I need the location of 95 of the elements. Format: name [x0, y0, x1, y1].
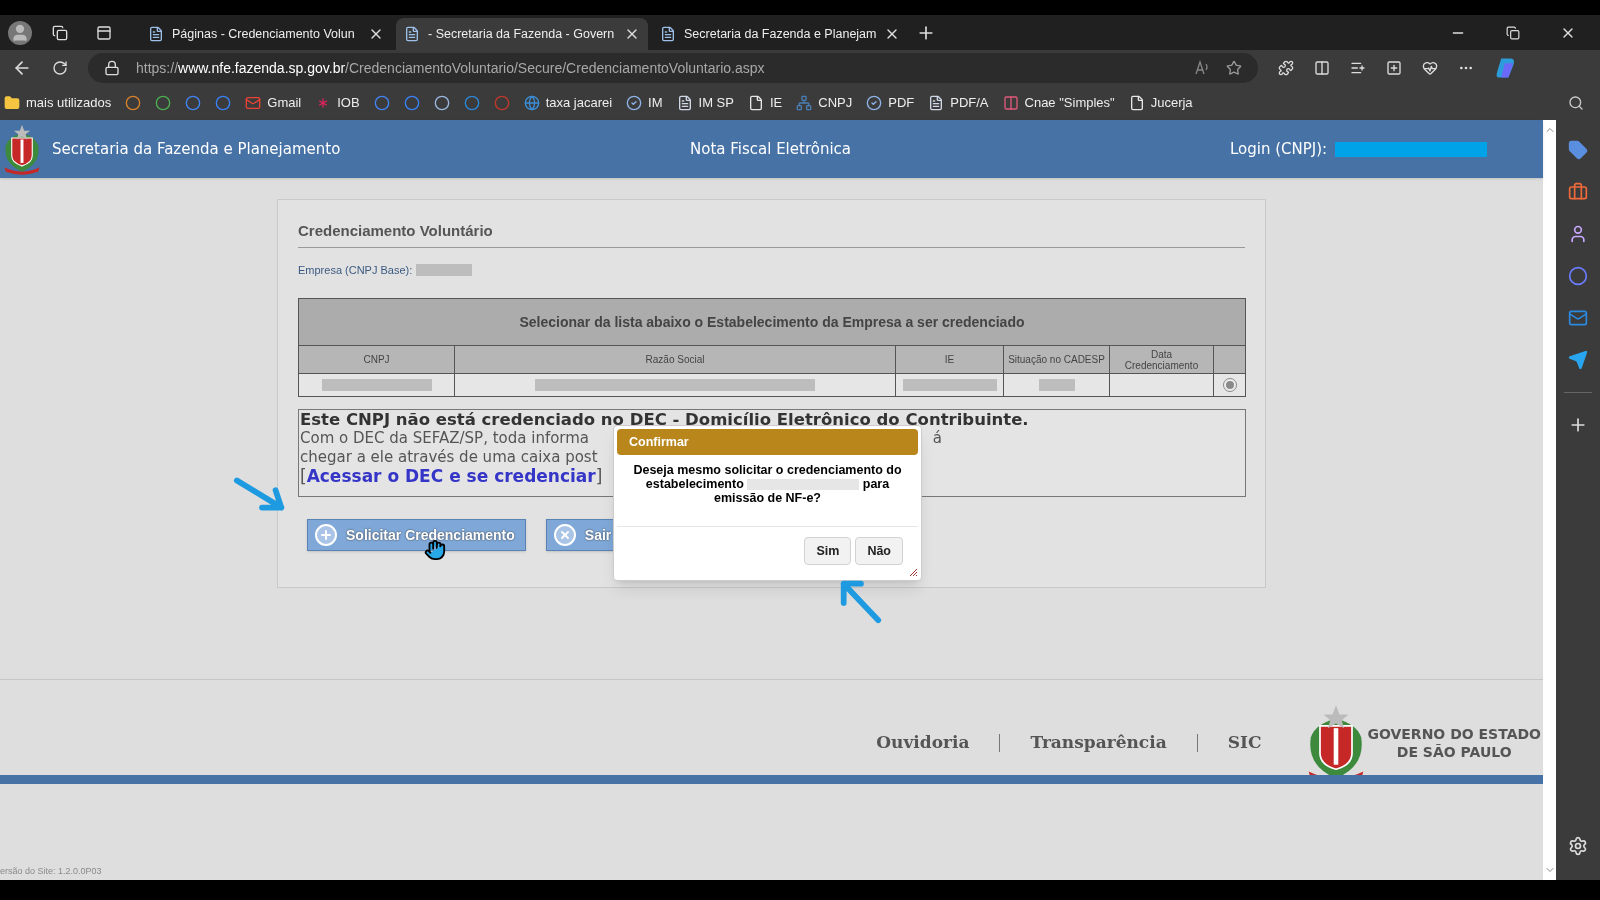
bracket: ]	[595, 467, 603, 486]
collections-icon[interactable]	[1386, 60, 1402, 76]
profile-icon[interactable]	[8, 20, 32, 45]
bookmark-item[interactable]: Gmail	[245, 93, 302, 113]
footer-link[interactable]: Transparência	[1030, 729, 1167, 756]
document-icon	[676, 95, 693, 111]
bookmark-icon[interactable]	[403, 95, 420, 111]
logo-text: GOVERNO DO ESTADO	[1367, 724, 1541, 743]
url-text: https://www.nfe.fazenda.sp.gov.br/CredenciamentoVoluntario/Secure/CredenciamentoVoluntario.aspx	[136, 58, 765, 78]
system-name: Nota Fiscal Eletrônica	[690, 138, 852, 160]
notice-text: á	[932, 429, 942, 448]
mail-icon	[245, 95, 262, 111]
bookmark-item[interactable]: PDF	[866, 93, 915, 113]
restore-icon[interactable]	[1506, 25, 1520, 40]
column-header: Data Credenciamento	[1110, 346, 1214, 373]
bookmark-item[interactable]: IE	[747, 93, 783, 113]
bookmark-item[interactable]: PDF/A	[928, 93, 989, 113]
workspaces-icon[interactable]	[52, 24, 68, 41]
lock-icon	[104, 60, 120, 76]
company-label: Empresa (CNPJ Base):	[298, 262, 413, 278]
column-header: CNPJ	[299, 346, 455, 373]
search-icon[interactable]	[1568, 95, 1584, 111]
document-icon	[928, 95, 945, 111]
stripes-icon	[1002, 95, 1019, 111]
page-icon	[660, 26, 676, 42]
dialog-title: Confirmar	[617, 429, 918, 455]
page-icon	[148, 26, 164, 42]
page-icon	[747, 95, 764, 111]
login-label: Login (CNPJ):	[1230, 138, 1328, 160]
agency-name: Secretaria da Fazenda e Planejamento	[52, 138, 342, 160]
bookmark-icon[interactable]	[155, 95, 172, 111]
bookmark-item[interactable]: IM SP	[676, 93, 734, 113]
column-header: Situação no CADESP	[1004, 346, 1110, 373]
toolbox-icon[interactable]	[1568, 182, 1588, 202]
tab-title: Páginas - Credenciamento Volun	[172, 25, 356, 43]
tree-icon	[796, 95, 813, 111]
bookmark-icon[interactable]	[215, 95, 232, 111]
bookmark-icon[interactable]	[433, 95, 450, 111]
tab-actions-icon[interactable]	[96, 24, 112, 41]
dialog-button[interactable]: Sim	[804, 537, 852, 565]
notice-text: chegar a ele através de uma caixa post	[300, 448, 598, 467]
version-text: ersão do Site: 1.2.0.0P03	[0, 864, 103, 878]
badge-icon	[626, 95, 643, 111]
footer-link[interactable]: Ouvidoria	[876, 729, 970, 756]
tab-title: - Secretaria da Fazenda - Govern	[428, 25, 616, 43]
bookmark-icon[interactable]	[185, 95, 202, 111]
address-bar[interactable]: https://www.nfe.fazenda.sp.gov.br/CredenciamentoVoluntario/Secure/CredenciamentoVoluntario.aspx	[88, 53, 1258, 83]
table-caption: Selecionar da lista abaixo o Estabelecimento da Empresa a ser credenciado	[299, 299, 1245, 346]
plus-icon	[314, 523, 338, 547]
notice-heading: Este CNPJ não está credenciado no DEC - Domicílio Eletrônico do Contribuinte.	[300, 410, 1030, 429]
bookmark-icon[interactable]	[373, 95, 390, 111]
tab-title: Secretaria da Fazenda e Planejam	[684, 25, 877, 43]
notice-text: Com o DEC da SEFAZ/SP, toda informa	[300, 429, 590, 448]
read-aloud-icon[interactable]	[1194, 60, 1210, 76]
bookmark-item[interactable]: CNPJ	[796, 93, 853, 113]
footer-link[interactable]: SIC	[1227, 729, 1262, 756]
redaction-bar	[416, 263, 473, 276]
reload-icon[interactable]	[52, 60, 68, 76]
form-title: Credenciamento Voluntário	[298, 220, 1245, 248]
browser-tab[interactable]: Páginas - Credenciamento Volun	[140, 18, 392, 50]
radio-button[interactable]	[1222, 378, 1237, 392]
folder-icon	[4, 95, 20, 111]
favorites-icon[interactable]	[1350, 60, 1366, 76]
bookmark-item[interactable]: IOB	[315, 93, 360, 113]
tag-icon[interactable]	[1568, 140, 1588, 160]
split-screen-icon[interactable]	[1314, 60, 1330, 76]
send-icon[interactable]	[1568, 350, 1588, 370]
pointer-cursor-icon	[424, 538, 446, 562]
performance-icon[interactable]	[1422, 60, 1438, 76]
bookmark-item[interactable]: Jucerja	[1128, 93, 1193, 113]
bookmark-item[interactable]: taxa jacarei	[523, 93, 613, 113]
page-icon	[1128, 95, 1145, 111]
bookmark-icon[interactable]	[125, 95, 142, 111]
column-header: Razão Social	[455, 346, 896, 373]
bookmark-icon[interactable]	[463, 95, 480, 111]
page-icon	[404, 26, 420, 42]
dec-link[interactable]: Acessar o DEC e se credenciar	[306, 467, 596, 486]
bookmark-item[interactable]: Cnae "Simples"	[1002, 93, 1115, 113]
dialog-button[interactable]: Não	[855, 537, 903, 565]
extensions-icon[interactable]	[1278, 60, 1294, 76]
browser-tab[interactable]: - Secretaria da Fazenda - Govern	[396, 18, 648, 50]
close-icon	[552, 523, 577, 547]
favorite-icon[interactable]	[1226, 60, 1242, 76]
dialog-message: Deseja mesmo solicitar o credenciamento do estabelecimento para emissão de NF-e?	[632, 463, 903, 505]
browser-tab[interactable]: Secretaria da Fazenda e Planejam	[652, 18, 904, 50]
bookmark-item[interactable]: mais utilizados	[4, 93, 112, 113]
settings-icon[interactable]	[1568, 836, 1588, 856]
bookmark-item[interactable]: IM	[626, 93, 663, 113]
globe-icon	[523, 95, 540, 111]
redaction-bar	[1038, 379, 1075, 391]
badge-icon	[866, 95, 883, 111]
column-header: IE	[896, 346, 1004, 373]
resize-grip-icon[interactable]	[908, 567, 918, 577]
logo-text: DE SÃO PAULO	[1396, 742, 1512, 761]
bracket: [	[300, 467, 307, 486]
